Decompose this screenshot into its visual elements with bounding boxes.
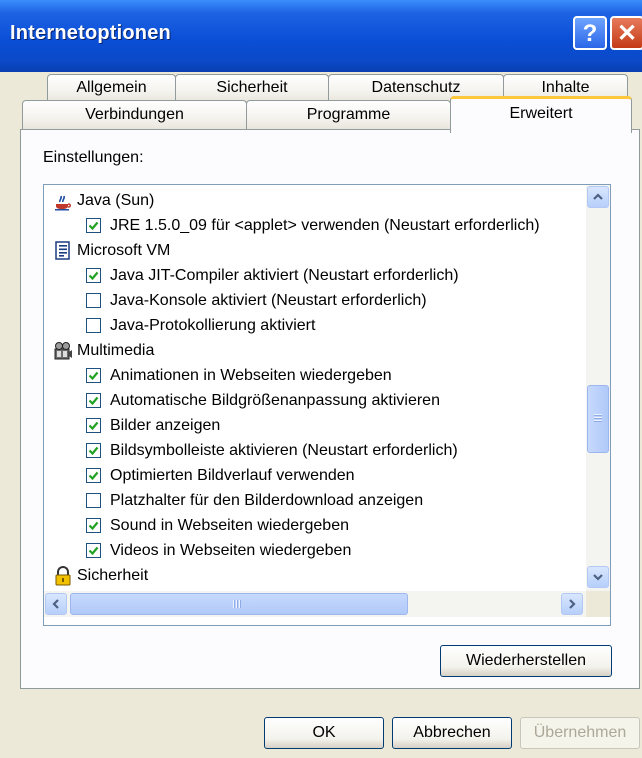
tab-sicherheit[interactable]: Sicherheit	[175, 74, 329, 102]
checkbox[interactable]	[86, 293, 101, 308]
checkmark-icon	[88, 471, 99, 481]
checkmark-icon	[88, 396, 99, 406]
checkbox[interactable]	[86, 518, 101, 533]
settings-option[interactable]: Sound in Webseiten wiedergeben	[44, 514, 584, 539]
multimedia-icon	[53, 341, 73, 361]
checkmark-icon	[88, 446, 99, 456]
document-icon	[53, 241, 73, 261]
chevron-down-icon	[593, 574, 603, 581]
help-button[interactable]: ?	[573, 16, 607, 50]
tab-allgemein[interactable]: Allgemein	[47, 74, 176, 102]
settings-category: Java (Sun)	[44, 189, 584, 214]
checkbox[interactable]	[86, 443, 101, 458]
grip-icon	[233, 600, 242, 608]
lock-icon	[53, 566, 73, 586]
window-title: Internetoptionen	[10, 22, 171, 44]
settings-category: Sicherheit	[44, 564, 584, 589]
horizontal-scroll-thumb[interactable]	[70, 593, 408, 615]
tab-erweitert[interactable]: Erweitert	[450, 96, 632, 133]
checkmark-icon	[88, 421, 99, 431]
option-label: Java JIT-Compiler aktiviert (Neustart er…	[110, 267, 459, 284]
category-label: Sicherheit	[77, 567, 149, 584]
checkmark-icon	[88, 271, 99, 281]
cancel-button[interactable]: Abbrechen	[392, 717, 512, 749]
settings-option[interactable]: Animationen in Webseiten wiedergeben	[44, 364, 584, 389]
checkbox[interactable]	[86, 418, 101, 433]
scroll-corner	[586, 591, 610, 617]
settings-list[interactable]: Java (Sun) JRE 1.5.0_09 für <applet> verw…	[43, 184, 611, 626]
vertical-scrollbar[interactable]	[586, 185, 610, 591]
option-label: Videos in Webseiten wiedergeben	[110, 542, 352, 559]
settings-option[interactable]: Optimierten Bildverlauf verwenden	[44, 464, 584, 489]
settings-option[interactable]: Java-Konsole aktiviert (Neustart erforde…	[44, 289, 584, 314]
checkmark-icon	[88, 521, 99, 531]
category-label: Java (Sun)	[77, 192, 155, 209]
tab-verbindungen[interactable]: Verbindungen	[22, 100, 247, 129]
settings-option[interactable]: Bilder anzeigen	[44, 414, 584, 439]
checkbox[interactable]	[86, 393, 101, 408]
option-label: Platzhalter für den Bilderdownload anzei…	[110, 492, 424, 509]
option-label: Automatische Bildgrößenanpassung aktivie…	[110, 392, 440, 409]
checkbox[interactable]	[86, 368, 101, 383]
category-label: Multimedia	[77, 342, 155, 359]
checkbox[interactable]	[86, 468, 101, 483]
scroll-right-button[interactable]	[561, 593, 583, 615]
tab-programme[interactable]: Programme	[246, 100, 451, 129]
ok-button[interactable]: OK	[264, 717, 384, 749]
checkmark-icon	[88, 546, 99, 556]
checkmark-icon	[88, 221, 99, 231]
horizontal-scrollbar[interactable]	[44, 591, 610, 617]
settings-option[interactable]: Java-Protokollierung aktiviert	[44, 314, 584, 339]
checkbox[interactable]	[86, 318, 101, 333]
checkbox[interactable]	[86, 268, 101, 283]
title-bar[interactable]: Internetoptionen ? ✕	[0, 0, 642, 72]
chevron-left-icon	[52, 599, 59, 609]
option-label: Bildsymbolleiste aktivieren (Neustart er…	[110, 442, 458, 459]
option-label: Animationen in Webseiten wiedergeben	[110, 367, 392, 384]
restore-defaults-button[interactable]: Wiederherstellen	[440, 645, 612, 677]
chevron-right-icon	[569, 599, 576, 609]
java-icon	[53, 191, 73, 211]
checkbox[interactable]	[86, 543, 101, 558]
option-label: Java-Konsole aktiviert (Neustart erforde…	[110, 292, 427, 309]
option-label: Java-Protokollierung aktiviert	[110, 317, 316, 334]
option-label: JRE 1.5.0_09 für <applet> verwenden (Neu…	[110, 217, 540, 234]
grip-icon	[594, 414, 602, 423]
checkmark-icon	[88, 371, 99, 381]
category-label: Microsoft VM	[77, 242, 171, 259]
settings-option[interactable]: Bildsymbolleiste aktivieren (Neustart er…	[44, 439, 584, 464]
settings-option[interactable]: Platzhalter für den Bilderdownload anzei…	[44, 489, 584, 514]
option-label: Sound in Webseiten wiedergeben	[110, 517, 349, 534]
checkbox[interactable]	[86, 493, 101, 508]
option-label: Bilder anzeigen	[110, 417, 221, 434]
close-button[interactable]: ✕	[610, 16, 642, 50]
chevron-up-icon	[593, 193, 603, 200]
settings-label: Einstellungen:	[43, 149, 144, 166]
vertical-scroll-thumb[interactable]	[587, 385, 609, 453]
checkbox[interactable]	[86, 218, 101, 233]
settings-option[interactable]: Automatische Bildgrößenanpassung aktivie…	[44, 389, 584, 414]
settings-option[interactable]: Java JIT-Compiler aktiviert (Neustart er…	[44, 264, 584, 289]
apply-button[interactable]: Übernehmen	[520, 717, 640, 749]
settings-option[interactable]: JRE 1.5.0_09 für <applet> verwenden (Neu…	[44, 214, 584, 239]
option-label: Optimierten Bildverlauf verwenden	[110, 467, 355, 484]
settings-category: Multimedia	[44, 339, 584, 364]
scroll-left-button[interactable]	[45, 593, 67, 615]
settings-option[interactable]: Videos in Webseiten wiedergeben	[44, 539, 584, 564]
scroll-up-button[interactable]	[587, 186, 609, 208]
scroll-down-button[interactable]	[587, 566, 609, 588]
settings-category: Microsoft VM	[44, 239, 584, 264]
internet-options-dialog: Internetoptionen ? ✕ Allgemein Sicherhei…	[0, 0, 642, 758]
